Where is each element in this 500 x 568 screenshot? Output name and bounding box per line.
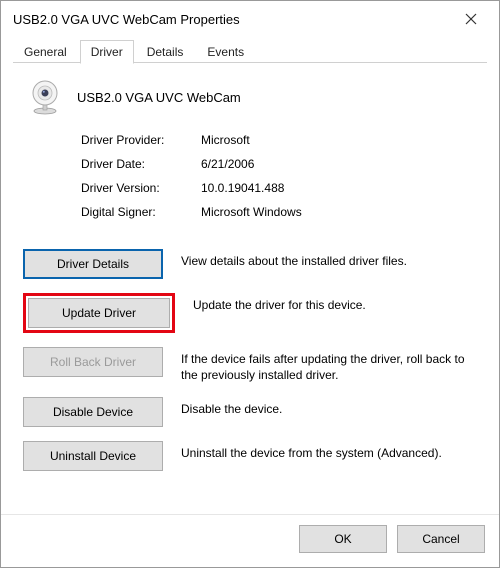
digital-signer-value: Microsoft Windows [201,205,302,219]
roll-back-driver-button: Roll Back Driver [23,347,163,377]
driver-date-label: Driver Date: [81,157,201,171]
driver-details-button[interactable]: Driver Details [23,249,163,279]
window-title: USB2.0 VGA UVC WebCam Properties [13,12,451,27]
driver-details-desc: View details about the installed driver … [181,249,477,269]
tab-details[interactable]: Details [136,40,195,63]
tab-content: USB2.0 VGA UVC WebCam Driver Provider: M… [1,63,499,514]
driver-provider-value: Microsoft [201,133,250,147]
close-icon [465,13,477,25]
update-driver-desc: Update the driver for this device. [193,293,477,313]
device-header: USB2.0 VGA UVC WebCam [23,79,477,115]
titlebar: USB2.0 VGA UVC WebCam Properties [1,1,499,37]
update-driver-button[interactable]: Update Driver [28,298,170,328]
roll-back-driver-desc: If the device fails after updating the d… [181,347,477,383]
disable-device-desc: Disable the device. [181,397,477,417]
dialog-footer: OK Cancel [1,514,499,567]
webcam-icon [27,79,63,115]
driver-actions: Driver Details View details about the in… [23,249,477,485]
tab-events[interactable]: Events [196,40,255,63]
ok-button[interactable]: OK [299,525,387,553]
properties-dialog: USB2.0 VGA UVC WebCam Properties General… [0,0,500,568]
driver-date-value: 6/21/2006 [201,157,254,171]
cancel-button[interactable]: Cancel [397,525,485,553]
close-button[interactable] [451,4,491,34]
disable-device-button[interactable]: Disable Device [23,397,163,427]
tab-strip: General Driver Details Events [1,37,499,63]
uninstall-device-button[interactable]: Uninstall Device [23,441,163,471]
driver-version-label: Driver Version: [81,181,201,195]
driver-info: Driver Provider: Microsoft Driver Date: … [23,133,477,229]
tab-driver[interactable]: Driver [80,40,134,64]
driver-version-value: 10.0.19041.488 [201,181,284,195]
driver-provider-label: Driver Provider: [81,133,201,147]
tab-general[interactable]: General [13,40,78,63]
update-driver-highlight: Update Driver [23,293,175,333]
digital-signer-label: Digital Signer: [81,205,201,219]
device-name: USB2.0 VGA UVC WebCam [77,90,241,105]
uninstall-device-desc: Uninstall the device from the system (Ad… [181,441,477,461]
